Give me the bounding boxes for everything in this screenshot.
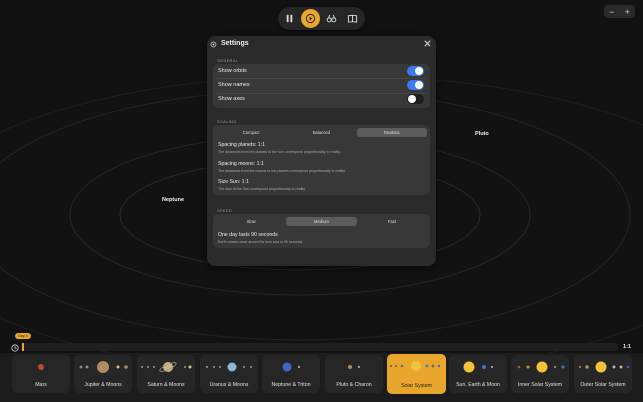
spacing-planets-title: Spacing planets: 1:1 bbox=[218, 142, 266, 148]
speed-segmented-control: Slow Medium Fast bbox=[216, 217, 427, 226]
card-jupiter-moons[interactable]: Jupiter & Moons bbox=[74, 355, 132, 393]
binoculars-icon bbox=[326, 14, 337, 23]
scaling-compact-option[interactable]: Compact bbox=[216, 128, 286, 137]
zoom-out-button[interactable]: − bbox=[604, 5, 620, 18]
spacing-planets-desc: The distances from the planets to the su… bbox=[218, 150, 341, 154]
jupiter-icon bbox=[79, 361, 128, 373]
playback-toolbar bbox=[278, 7, 365, 30]
speed-medium-option[interactable]: Medium bbox=[286, 217, 357, 226]
card-sun-earth-moon[interactable]: Sun, Earth & Moon bbox=[449, 355, 507, 393]
neptune-label[interactable]: Neptune bbox=[162, 197, 184, 203]
divider bbox=[217, 93, 426, 94]
card-label: Jupiter & Moons bbox=[84, 382, 122, 388]
outer-solar-system-icon bbox=[579, 361, 630, 373]
book-button[interactable] bbox=[343, 9, 362, 28]
settings-panel: Settings GENERAL Show orbits Show names … bbox=[207, 36, 436, 266]
solar-system-icon bbox=[390, 361, 441, 371]
speed-desc: Earth rotates once around its own axis i… bbox=[218, 240, 304, 244]
scaling-balanced-option[interactable]: Balanced bbox=[286, 128, 356, 137]
card-label: Mars bbox=[35, 382, 47, 388]
time-ratio: 1:1 bbox=[623, 344, 631, 350]
scaling-box: Compact Balanced Realistic Spacing plane… bbox=[213, 125, 430, 195]
speed-section-label: SPEED bbox=[217, 208, 233, 213]
gear-icon bbox=[210, 41, 217, 48]
scaling-realistic-option[interactable]: Realistic bbox=[356, 128, 427, 137]
spacing-moons-title: Spacing moons: 1:1 bbox=[218, 161, 264, 167]
speed-fast-option[interactable]: Fast bbox=[357, 217, 427, 226]
card-neptune-triton[interactable]: Neptune & Triton bbox=[262, 355, 320, 393]
show-axes-label: Show axes bbox=[218, 96, 245, 102]
card-pluto-charon[interactable]: Pluto & Charon bbox=[325, 355, 383, 393]
clock-icon[interactable] bbox=[11, 344, 19, 352]
card-label: Saturn & Moons bbox=[147, 382, 185, 388]
neptune-icon bbox=[282, 362, 301, 372]
pause-button[interactable] bbox=[280, 9, 299, 28]
settings-title: Settings bbox=[221, 40, 249, 47]
show-axes-toggle[interactable] bbox=[407, 94, 424, 104]
card-uranus-moons[interactable]: Uranus & Moons bbox=[200, 355, 258, 393]
card-solar-system[interactable]: Solar System bbox=[387, 354, 446, 394]
play-circle-icon bbox=[305, 13, 316, 24]
card-inner-solar-system[interactable]: Inner Solar System bbox=[511, 355, 569, 393]
speed-box: Slow Medium Fast One day lasts 90 second… bbox=[213, 214, 430, 248]
card-outer-solar-system[interactable]: Outer Solar System bbox=[574, 355, 632, 393]
zoom-control: − + bbox=[604, 5, 635, 18]
card-label: Sun, Earth & Moon bbox=[456, 382, 500, 388]
inner-solar-system-icon bbox=[517, 361, 565, 373]
size-sun-desc: The size of the Sun correspond proportio… bbox=[218, 187, 306, 191]
pluto-label[interactable]: Pluto bbox=[475, 131, 489, 137]
divider bbox=[217, 78, 426, 79]
pause-icon bbox=[286, 14, 293, 23]
zoom-in-button[interactable]: + bbox=[620, 5, 636, 18]
general-section-label: GENERAL bbox=[217, 58, 239, 63]
sun-earth-moon-icon bbox=[463, 361, 493, 373]
pluto-icon bbox=[348, 365, 361, 369]
book-icon bbox=[347, 14, 358, 23]
card-saturn-moons[interactable]: Saturn & Moons bbox=[137, 355, 195, 393]
speed-slow-option[interactable]: Slow bbox=[216, 217, 286, 226]
card-label: Neptune & Triton bbox=[271, 382, 311, 388]
speed-title: One day lasts 90 seconds bbox=[218, 232, 278, 238]
uranus-icon bbox=[206, 362, 252, 372]
card-label: Outer Solar System bbox=[580, 382, 626, 388]
scaling-segmented-control: Compact Balanced Realistic bbox=[216, 128, 427, 137]
play-button[interactable] bbox=[301, 9, 320, 28]
day-badge: Day 4 bbox=[15, 333, 31, 339]
mars-icon bbox=[38, 364, 44, 370]
binoculars-button[interactable] bbox=[322, 9, 341, 28]
timeline-scrubber[interactable] bbox=[21, 343, 618, 351]
card-label: Uranus & Moons bbox=[209, 382, 249, 388]
card-label: Inner Solar System bbox=[517, 382, 563, 388]
show-orbits-label: Show orbits bbox=[218, 68, 247, 74]
card-mars[interactable]: Mars bbox=[12, 355, 70, 393]
timeline-marker[interactable] bbox=[22, 343, 24, 351]
show-orbits-toggle[interactable] bbox=[407, 66, 424, 76]
size-sun-title: Size Sun: 1:1 bbox=[218, 179, 249, 185]
card-label: Pluto & Charon bbox=[336, 382, 372, 388]
card-label: Solar System bbox=[401, 383, 432, 389]
show-names-toggle[interactable] bbox=[407, 80, 424, 90]
show-names-label: Show names bbox=[218, 82, 250, 88]
general-box: Show orbits Show names Show axes bbox=[213, 64, 430, 108]
saturn-icon bbox=[141, 362, 192, 372]
close-icon[interactable] bbox=[423, 39, 432, 48]
scaling-section-label: SCALING bbox=[217, 119, 237, 124]
spacing-moons-desc: The distances from the moons to the plan… bbox=[218, 169, 346, 173]
